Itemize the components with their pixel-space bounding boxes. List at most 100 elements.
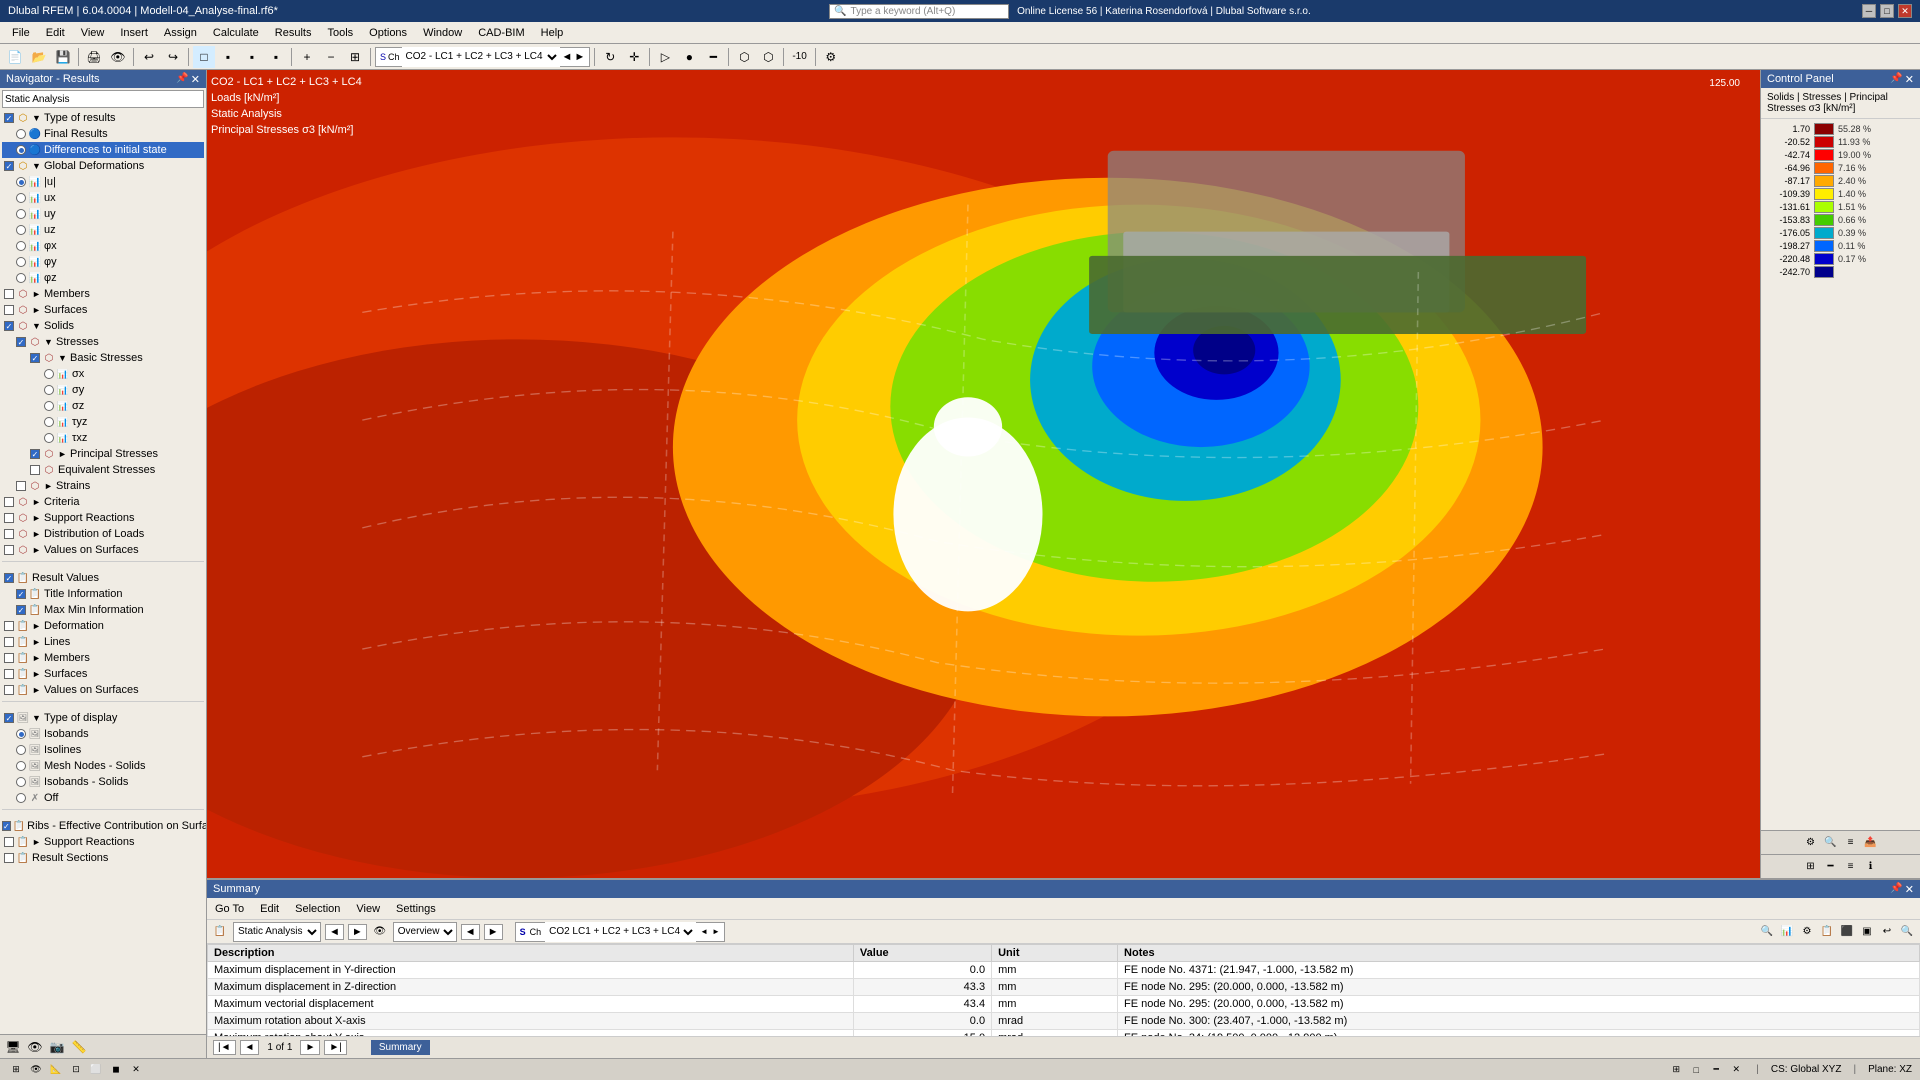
deformation-checkbox[interactable]	[4, 621, 14, 631]
cp-zoom-button[interactable]: 🔍	[1822, 834, 1840, 852]
txz-radio[interactable]	[44, 433, 54, 443]
summary-tab-label[interactable]: Summary	[371, 1040, 430, 1055]
menu-window[interactable]: Window	[415, 25, 470, 41]
nav-next-button[interactable]: ►	[300, 1040, 320, 1055]
zoom-out-button[interactable]: −	[320, 46, 342, 68]
mesh-nodes-radio[interactable]	[16, 761, 26, 771]
members-checkbox[interactable]	[4, 289, 14, 299]
principal-arrow[interactable]: ►	[58, 449, 70, 459]
tree-off[interactable]: ✗ Off	[2, 790, 204, 806]
view-xz[interactable]: ▪	[241, 46, 263, 68]
menu-edit[interactable]: Edit	[38, 25, 73, 41]
tree-differences[interactable]: 🔵 Differences to initial state	[2, 142, 204, 158]
principal-checkbox[interactable]: ✓	[30, 449, 40, 459]
surfaces-arrow[interactable]: ►	[32, 305, 44, 315]
menu-calculate[interactable]: Calculate	[205, 25, 267, 41]
result-values-checkbox[interactable]: ✓	[4, 573, 14, 583]
tree-values-on-surfaces[interactable]: ⬡ ► Values on Surfaces	[2, 542, 204, 558]
navigator-search[interactable]	[2, 90, 204, 108]
status-icon6[interactable]: ◼	[108, 1062, 124, 1078]
open-button[interactable]: 📂	[28, 46, 50, 68]
nav-first-button[interactable]: |◄	[213, 1040, 236, 1055]
type-results-checkbox[interactable]: ✓	[4, 113, 14, 123]
save-button[interactable]: 💾	[52, 46, 74, 68]
summary-prev-button[interactable]: ◄	[325, 924, 344, 940]
summary-view-combo[interactable]: Overview	[393, 922, 457, 942]
summary-combo-prev[interactable]: ◄	[700, 927, 708, 936]
wireframe-button[interactable]: ⬡	[757, 46, 779, 68]
summary-icon4[interactable]: 📋	[1818, 923, 1836, 941]
global-def-arrow[interactable]: ▼	[32, 161, 44, 171]
tree-solids[interactable]: ✓ ⬡ ▼ Solids	[2, 318, 204, 334]
status-view2[interactable]: □	[1688, 1062, 1704, 1078]
lines-checkbox[interactable]	[4, 637, 14, 647]
member-button[interactable]: ━	[702, 46, 724, 68]
zoom-in-button[interactable]: +	[296, 46, 318, 68]
status-icon3[interactable]: 📐	[48, 1062, 64, 1078]
rotate-button[interactable]: ↻	[599, 46, 621, 68]
tree-phix[interactable]: 📊 φx	[2, 238, 204, 254]
result-sections-checkbox[interactable]	[4, 853, 14, 863]
summary-icon5[interactable]: ⬛	[1838, 923, 1856, 941]
tree-isobands[interactable]: 🖼 Isobands	[2, 726, 204, 742]
strains-arrow[interactable]: ►	[44, 481, 56, 491]
cp-list-button[interactable]: ≡	[1842, 858, 1860, 876]
summary-load-combo[interactable]: CO2 LC1 + LC2 + LC3 + LC4	[545, 922, 696, 942]
summary-icon3[interactable]: ⚙	[1798, 923, 1816, 941]
basic-stresses-arrow[interactable]: ▼	[58, 353, 70, 363]
values-surfaces-nav-checkbox[interactable]	[4, 685, 14, 695]
tree-sy[interactable]: 📊 σy	[2, 382, 204, 398]
cp-settings-button[interactable]: ⚙	[1802, 834, 1820, 852]
summary-icon6[interactable]: ▣	[1858, 923, 1876, 941]
summary-table-icon[interactable]: 📋	[211, 923, 229, 941]
status-view3[interactable]: ━	[1708, 1062, 1724, 1078]
tree-isolines[interactable]: 🖼 Isolines	[2, 742, 204, 758]
print-preview-button[interactable]: 👁	[107, 46, 129, 68]
values-surfaces-nav-arrow[interactable]: ►	[32, 685, 44, 695]
members-arrow[interactable]: ►	[32, 289, 44, 299]
cp-filter-button[interactable]: ≡	[1842, 834, 1860, 852]
summary-analysis-combo[interactable]: Static Analysis	[233, 922, 321, 942]
cp-close-button[interactable]: ✕	[1905, 73, 1914, 86]
nav-eye-button[interactable]: 👁	[26, 1038, 44, 1056]
phiy-radio[interactable]	[16, 257, 26, 267]
support-reactions-checkbox[interactable]	[4, 513, 14, 523]
isolines-radio[interactable]	[16, 745, 26, 755]
status-icon2[interactable]: 👁	[28, 1062, 44, 1078]
render-button[interactable]: ⬡	[733, 46, 755, 68]
surfaces-nav-arrow[interactable]: ►	[32, 669, 44, 679]
stresses-arrow[interactable]: ▼	[44, 337, 56, 347]
nav-prev-button[interactable]: ◄	[240, 1040, 260, 1055]
tree-type-of-results[interactable]: ✓ ⬡ ▼ Type of results	[2, 110, 204, 126]
values-surfaces-checkbox[interactable]	[4, 545, 14, 555]
status-view1[interactable]: ⊞	[1668, 1062, 1684, 1078]
ux-radio[interactable]	[16, 193, 26, 203]
cp-info-button[interactable]: ℹ	[1862, 858, 1880, 876]
status-icon1[interactable]: ⊞	[8, 1062, 24, 1078]
criteria-checkbox[interactable]	[4, 497, 14, 507]
view3d-button[interactable]: □	[193, 46, 215, 68]
distribution-checkbox[interactable]	[4, 529, 14, 539]
type-display-checkbox[interactable]: ✓	[4, 713, 14, 723]
cp-line-button[interactable]: ━	[1822, 858, 1840, 876]
status-icon4[interactable]: ⊡	[68, 1062, 84, 1078]
tree-members-nav[interactable]: 📋 ► Members	[2, 650, 204, 666]
tree-final-results[interactable]: 🔵 Final Results	[2, 126, 204, 142]
tree-deformation[interactable]: 📋 ► Deformation	[2, 618, 204, 634]
basic-stresses-checkbox[interactable]: ✓	[30, 353, 40, 363]
tree-global-deformations[interactable]: ✓ ⬡ ▼ Global Deformations	[2, 158, 204, 174]
solids-checkbox[interactable]: ✓	[4, 321, 14, 331]
menu-view[interactable]: View	[73, 25, 113, 41]
tree-surfaces-nav[interactable]: 📋 ► Surfaces	[2, 666, 204, 682]
tree-result-values[interactable]: ✓ 📋 Result Values	[2, 570, 204, 586]
members-nav-arrow[interactable]: ►	[32, 653, 44, 663]
tree-max-min-info[interactable]: ✓ 📋 Max Min Information	[2, 602, 204, 618]
nav-ruler-button[interactable]: 📏	[70, 1038, 88, 1056]
type-display-arrow[interactable]: ▼	[32, 713, 44, 723]
sz-radio[interactable]	[44, 401, 54, 411]
tree-sz[interactable]: 📊 σz	[2, 398, 204, 414]
menu-assign[interactable]: Assign	[156, 25, 205, 41]
undo-button[interactable]: ↩	[138, 46, 160, 68]
summary-next-button[interactable]: ►	[348, 924, 367, 940]
search-input[interactable]: Type a keyword (Alt+Q)	[851, 6, 956, 17]
